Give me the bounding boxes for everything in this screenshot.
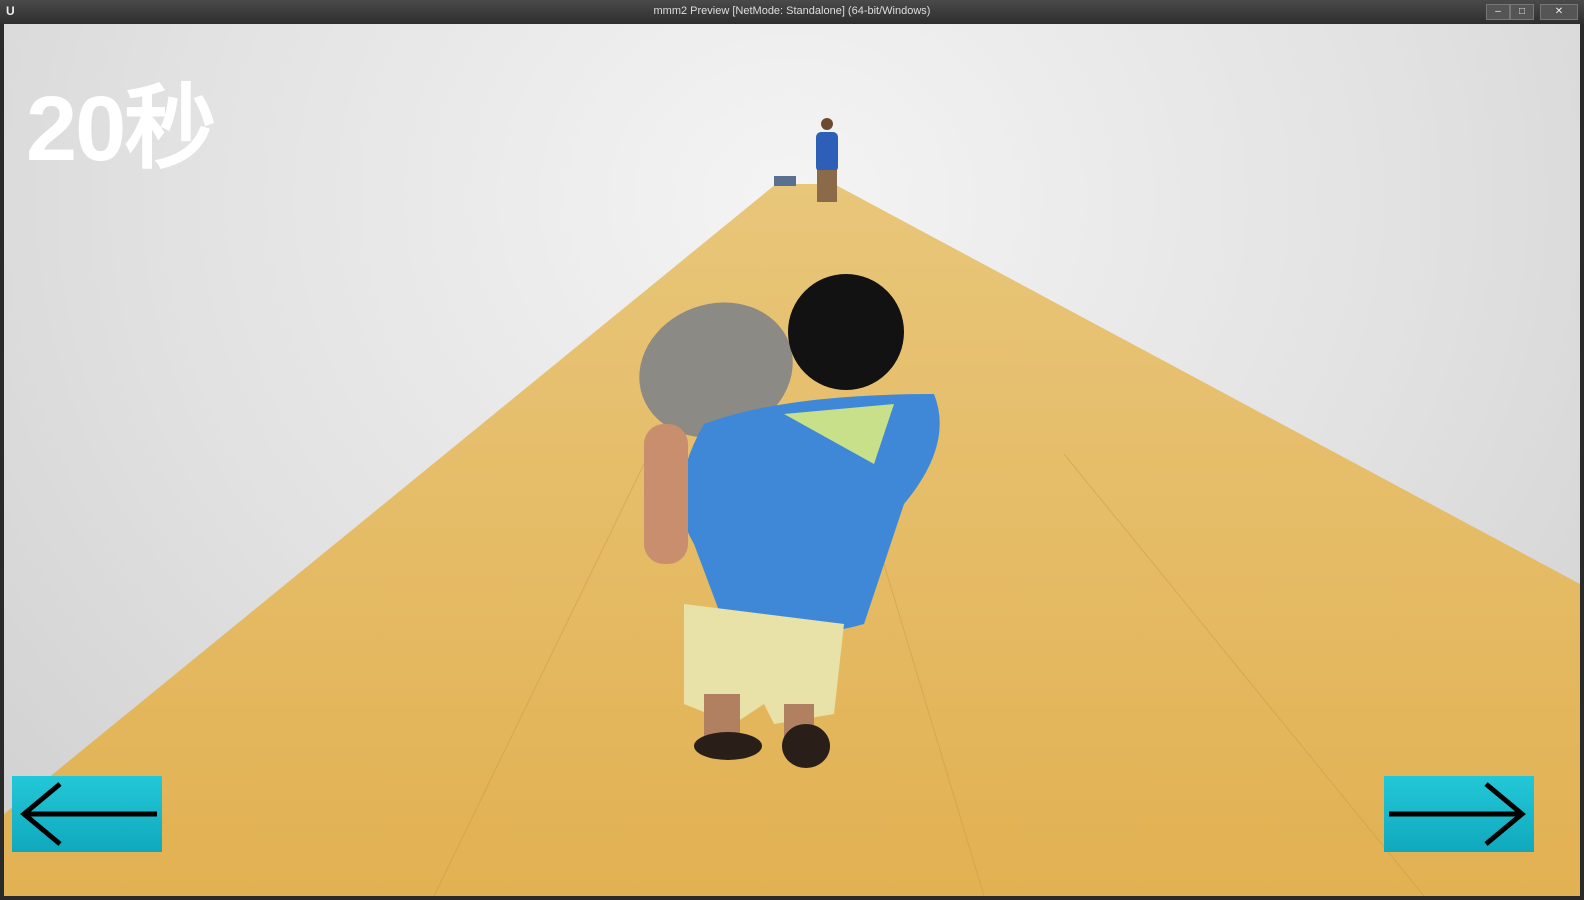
countdown-timer: 20秒 <box>26 78 216 180</box>
maximize-button[interactable]: □ <box>1510 4 1534 20</box>
arrow-left-icon <box>20 782 157 846</box>
minimize-button[interactable]: – <box>1486 4 1510 20</box>
distant-character <box>816 118 838 202</box>
move-left-button[interactable] <box>12 776 162 852</box>
close-button[interactable]: ✕ <box>1540 4 1578 20</box>
game-viewport[interactable]: 20秒 <box>4 24 1580 896</box>
window-titlebar: U mmm2 Preview [NetMode: Standalone] (64… <box>0 0 1584 24</box>
game-scene <box>4 118 1580 896</box>
window-title: mmm2 Preview [NetMode: Standalone] (64-b… <box>653 5 931 17</box>
move-right-button[interactable] <box>1384 776 1534 852</box>
distant-object <box>774 176 796 186</box>
arrow-right-icon <box>1389 782 1526 846</box>
